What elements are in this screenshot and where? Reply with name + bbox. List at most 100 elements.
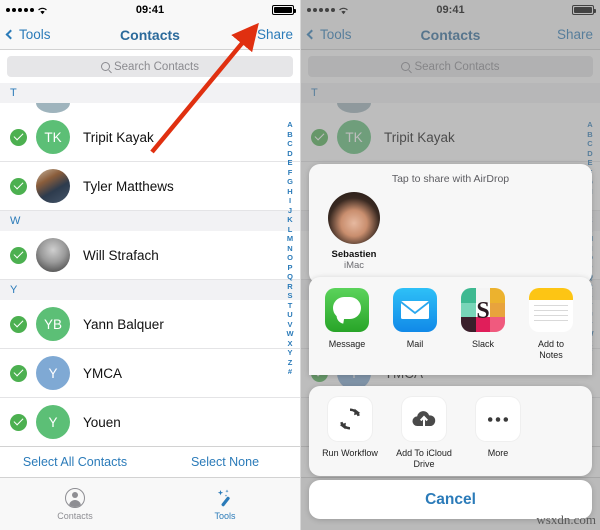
avatar: Y	[36, 356, 70, 390]
person-icon	[65, 487, 85, 508]
index-letter[interactable]: N	[287, 244, 292, 254]
index-letter[interactable]: D	[287, 149, 292, 159]
share-actions-scroll[interactable]: Run Workflow Add To iCloud Drive More	[309, 386, 592, 470]
table-row[interactable]: YB Yann Balquer	[0, 300, 300, 349]
footer-actions: Select All Contacts Select None	[0, 446, 300, 477]
tab-contacts[interactable]: Contacts	[0, 478, 150, 530]
mail-icon	[393, 288, 437, 332]
section-header-y: Y	[0, 280, 300, 300]
back-button[interactable]: Tools	[5, 27, 51, 42]
airdrop-title: Tap to share with AirDrop	[391, 173, 510, 185]
index-letter[interactable]: U	[287, 310, 292, 320]
share-app-message[interactable]: Message	[321, 288, 373, 361]
message-icon	[325, 288, 369, 332]
checkmark-icon[interactable]	[10, 315, 27, 333]
icloud-upload-icon	[402, 397, 446, 441]
share-app-mail[interactable]: Mail	[389, 288, 441, 361]
airdrop-person[interactable]: Sebastien iMac	[323, 192, 385, 271]
tab-tools-label: Tools	[214, 510, 236, 521]
index-letter[interactable]: #	[288, 367, 292, 377]
share-apps-row[interactable]: Message Mail S Slack Add to Notes	[309, 277, 592, 375]
tab-contacts-label: Contacts	[57, 510, 93, 521]
index-letter[interactable]: Z	[288, 358, 293, 368]
share-actions-row[interactable]: Run Workflow Add To iCloud Drive More	[309, 386, 592, 476]
alphabet-index[interactable]: ABCDEFGHIJKLMNOPQRSTUVWXYZ#	[283, 120, 297, 377]
avatar	[36, 169, 70, 203]
index-letter[interactable]: M	[287, 234, 293, 244]
search-placeholder: Search Contacts	[113, 60, 199, 73]
index-letter[interactable]: K	[287, 215, 292, 225]
select-none-button[interactable]: Select None	[150, 455, 300, 469]
checkmark-icon[interactable]	[10, 246, 27, 264]
phone-screen-left: 09:41 Tools Contacts Share Search Contac…	[0, 0, 300, 530]
index-letter[interactable]: H	[287, 187, 292, 197]
index-letter[interactable]: I	[289, 196, 291, 206]
status-bar-time: 09:41	[135, 4, 165, 16]
index-letter[interactable]: R	[287, 282, 292, 292]
table-row[interactable]: Y YMCA	[0, 349, 300, 398]
contact-name: YMCA	[83, 365, 123, 381]
table-row[interactable]: Will Strafach	[0, 231, 300, 280]
navigation-bar: Tools Contacts Share	[0, 20, 300, 50]
status-bar: 09:41	[0, 0, 300, 20]
index-letter[interactable]: T	[288, 301, 293, 311]
svg-text:S: S	[476, 298, 489, 324]
refresh-icon	[328, 397, 372, 441]
status-bar-right	[272, 5, 296, 15]
index-letter[interactable]: P	[287, 263, 292, 273]
share-action-more[interactable]: More	[469, 397, 527, 470]
index-letter[interactable]: B	[287, 130, 292, 140]
table-row[interactable]: TK Tripit Kayak	[0, 113, 300, 162]
tab-bar: Contacts Tools	[0, 477, 300, 530]
share-apps-scroll[interactable]: Message Mail S Slack Add to Notes	[309, 277, 592, 361]
index-letter[interactable]: Y	[287, 348, 292, 358]
notes-icon	[529, 288, 573, 332]
index-letter[interactable]: O	[287, 253, 293, 263]
table-row[interactable]: Y Youen	[0, 398, 300, 447]
ellipsis-icon	[476, 397, 520, 441]
checkmark-icon[interactable]	[10, 364, 27, 382]
contact-name: Youen	[83, 414, 121, 430]
search-input[interactable]: Search Contacts	[7, 56, 293, 77]
watermark: wsxdn.com	[536, 512, 596, 527]
avatar	[36, 238, 70, 272]
share-action-label: Add To iCloud Drive	[396, 448, 452, 469]
index-letter[interactable]: L	[288, 225, 293, 235]
share-action-label: More	[487, 448, 509, 458]
avatar: TK	[36, 120, 70, 154]
index-letter[interactable]: E	[287, 158, 292, 168]
share-action-add-icloud-drive[interactable]: Add To iCloud Drive	[395, 397, 453, 470]
share-app-slack[interactable]: S Slack	[457, 288, 509, 361]
contact-name: Tripit Kayak	[83, 129, 154, 145]
index-letter[interactable]: A	[287, 120, 292, 130]
index-letter[interactable]: V	[287, 320, 292, 330]
list-item[interactable]	[0, 103, 300, 113]
magic-wand-icon	[217, 489, 230, 506]
index-letter[interactable]: Q	[287, 272, 293, 282]
section-header-t: T	[0, 83, 300, 103]
index-letter[interactable]: G	[287, 177, 293, 187]
select-all-contacts-button[interactable]: Select All Contacts	[0, 455, 150, 469]
index-letter[interactable]: X	[287, 339, 292, 349]
share-app-label: Message	[328, 339, 366, 349]
share-app-label: Slack	[471, 339, 494, 349]
table-row[interactable]: Tyler Matthews	[0, 162, 300, 211]
share-action-run-workflow[interactable]: Run Workflow	[321, 397, 379, 470]
airdrop-person-device: iMac	[343, 260, 365, 271]
index-letter[interactable]: S	[287, 291, 292, 301]
avatar	[328, 192, 380, 244]
share-button[interactable]: Share	[257, 27, 293, 42]
checkmark-icon[interactable]	[10, 413, 27, 431]
index-letter[interactable]: W	[286, 329, 293, 339]
checkmark-icon[interactable]	[10, 128, 27, 146]
share-app-notes[interactable]: Add to Notes	[525, 288, 577, 361]
share-app-label: Mail	[406, 339, 424, 349]
index-letter[interactable]: J	[288, 206, 292, 216]
index-letter[interactable]: F	[288, 168, 293, 178]
avatar	[36, 103, 70, 113]
tab-tools[interactable]: Tools	[150, 478, 300, 530]
checkmark-icon[interactable]	[10, 177, 27, 195]
screenshot-root: 09:41 Tools Contacts Share Search Contac…	[0, 0, 600, 530]
contacts-list[interactable]: T TK Tripit Kayak Tyler Matthews W Will …	[0, 83, 300, 447]
index-letter[interactable]: C	[287, 139, 292, 149]
